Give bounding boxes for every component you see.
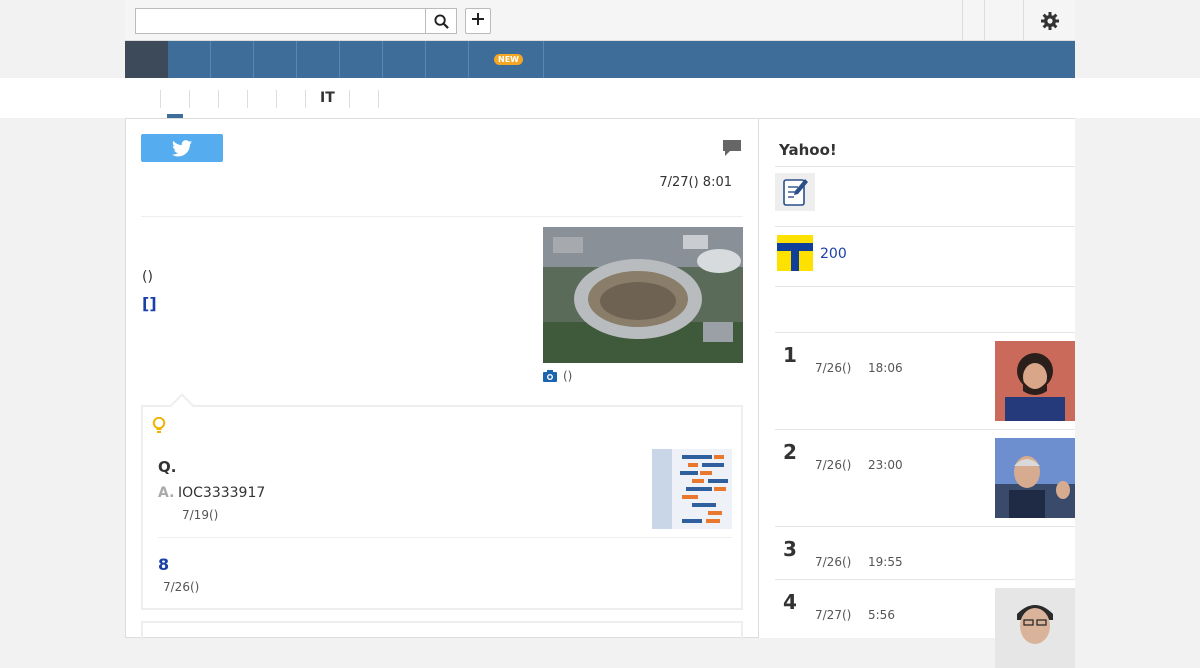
rank-time: 19:55 [868, 555, 903, 569]
rank-time: 5:56 [868, 608, 895, 622]
divider [1023, 0, 1024, 40]
rank-thumbnail [995, 341, 1075, 421]
tpoint-icon [777, 235, 813, 271]
ranking-item[interactable]: 3 7/26() 19:55 [775, 526, 1075, 579]
add-button[interactable] [465, 8, 491, 34]
stadium-photo [543, 227, 743, 363]
comment-icon [723, 140, 741, 156]
article-photo[interactable] [543, 227, 743, 363]
camera-icon [543, 370, 557, 382]
article-source: () [142, 269, 153, 285]
top-bar [125, 0, 1075, 41]
divider [158, 537, 732, 538]
qa-pointer [169, 393, 195, 419]
comment-button[interactable] [722, 139, 742, 161]
rank-date: 7/27() [815, 608, 852, 622]
rank-thumbnail [995, 588, 1075, 668]
qa-box: Q. A. IOC3333917 7/19() 8 7/26() [141, 393, 743, 610]
article-main: 7/27() 8:01 () [] () Q. A. IOC3333917 7/… [125, 118, 759, 641]
nav-item-home[interactable] [125, 41, 168, 78]
search-input[interactable] [135, 8, 425, 34]
category-nav: NEW [125, 41, 1075, 78]
subnav-item[interactable] [348, 90, 378, 108]
rank-thumbnail [995, 438, 1075, 518]
answer-date: 7/19() [182, 508, 219, 522]
subnav-item[interactable] [377, 90, 407, 108]
nav-item[interactable] [211, 41, 254, 78]
rank-number: 2 [783, 440, 797, 464]
plus-icon [472, 13, 484, 25]
divider [775, 166, 1075, 167]
qa-count-date: 7/26() [163, 580, 200, 594]
next-section-box [141, 621, 743, 641]
rank-number: 1 [783, 343, 797, 367]
sidebar-title: Yahoo! [779, 141, 837, 159]
ranking-item[interactable]: 2 7/26() 23:00 [775, 429, 1075, 526]
tpoint-link[interactable]: 200 [820, 246, 847, 262]
rank-date: 7/26() [815, 555, 852, 569]
settings-button[interactable] [1030, 8, 1070, 34]
subnav-item[interactable] [189, 90, 218, 108]
article-link[interactable]: [] [142, 294, 157, 313]
subnav-item[interactable] [160, 90, 189, 108]
publish-date: 7/27() 8:01 [659, 175, 732, 190]
tweet-button[interactable] [141, 134, 223, 162]
sidebar: Yahoo! 200 1 7/26() 18:06 2 7/26() 23:00… [759, 118, 1075, 668]
divider [984, 0, 985, 40]
twitter-icon [172, 139, 192, 156]
nav-item[interactable] [254, 41, 297, 78]
photo-caption: () [543, 369, 572, 383]
divider [775, 286, 1075, 287]
memo-button[interactable] [775, 173, 815, 211]
rank-time: 18:06 [868, 361, 903, 375]
gear-icon [1041, 12, 1059, 30]
divider [775, 226, 1075, 227]
photo-caption-text: () [563, 369, 573, 383]
notepad-icon [783, 179, 808, 206]
ranking-item[interactable]: 4 7/27() 5:56 [775, 579, 1075, 668]
answer-text[interactable]: IOC3333917 [178, 485, 265, 501]
qa-count-link[interactable]: 8 [158, 555, 169, 574]
subnav-item[interactable] [276, 90, 305, 108]
nav-item[interactable] [383, 41, 426, 78]
nav-item-new[interactable]: NEW [469, 41, 544, 78]
ranking-item[interactable]: 1 7/26() 18:06 [775, 332, 1075, 429]
nav-item[interactable] [340, 41, 383, 78]
divider [962, 0, 963, 40]
portrait-photo [995, 588, 1075, 668]
nav-item[interactable] [297, 41, 340, 78]
sub-nav: IT [0, 78, 1200, 118]
subnav-item[interactable] [247, 90, 276, 108]
lightbulb-icon [152, 416, 166, 439]
rank-number: 3 [783, 537, 797, 561]
nav-item[interactable] [426, 41, 469, 78]
portrait-photo [995, 341, 1075, 421]
divider [141, 216, 743, 217]
portrait-photo [995, 438, 1075, 518]
rank-time: 23:00 [868, 458, 903, 472]
rank-date: 7/26() [815, 361, 852, 375]
new-badge: NEW [494, 54, 523, 65]
nav-item[interactable] [168, 41, 211, 78]
subnav-item-it[interactable]: IT [305, 90, 349, 108]
search-button[interactable] [425, 8, 457, 34]
subnav-item[interactable] [218, 90, 247, 108]
rank-number: 4 [783, 590, 797, 614]
search-icon [433, 13, 449, 29]
table-image [652, 449, 732, 529]
answer-label: A. [158, 485, 175, 501]
rank-date: 7/26() [815, 458, 852, 472]
qa-thumbnail[interactable] [652, 449, 732, 529]
question-label: Q. [158, 458, 177, 476]
